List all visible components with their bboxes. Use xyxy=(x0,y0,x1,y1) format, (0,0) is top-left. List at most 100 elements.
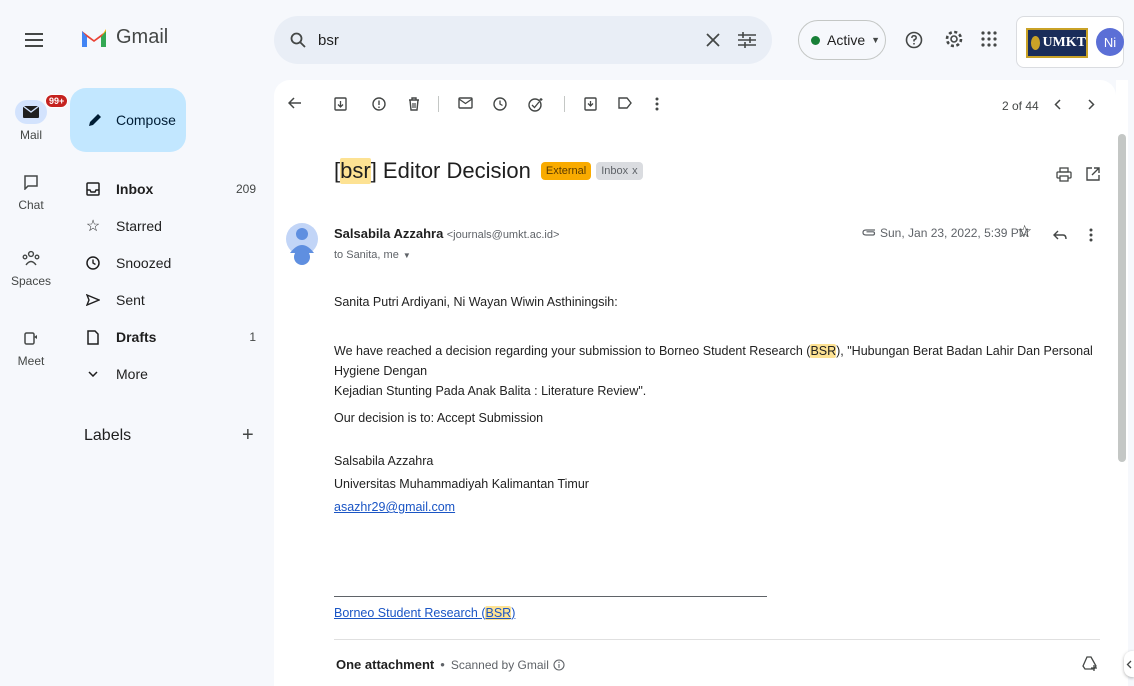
attachment-count-label: One attachment xyxy=(336,657,435,672)
status-button[interactable]: Active ▼ xyxy=(798,20,886,60)
email-paragraph: We have reached a decision regarding you… xyxy=(334,341,1104,401)
attachments-header: One attachment • Scanned by Gmail xyxy=(336,657,565,672)
add-to-tasks-icon[interactable] xyxy=(528,97,544,112)
move-to-icon[interactable] xyxy=(584,97,597,111)
nav-label-sent: Sent xyxy=(116,292,145,308)
paragraph-highlight: BSR xyxy=(810,344,837,358)
newer-chevron-icon[interactable] xyxy=(1054,99,1061,110)
nav-item-more[interactable]: More xyxy=(62,357,272,391)
journal-footer-link[interactable]: Borneo Student Research (BSR) xyxy=(334,603,515,623)
status-label: Active xyxy=(827,32,866,48)
search-options-icon[interactable] xyxy=(738,32,756,48)
status-caret-icon: ▼ xyxy=(871,35,881,45)
inbox-tag[interactable]: Inbox x xyxy=(596,162,643,180)
paragraph-text-a: We have reached a decision regarding you… xyxy=(334,344,811,358)
open-in-new-window-icon[interactable] xyxy=(1086,167,1100,181)
draft-icon xyxy=(87,329,99,345)
recipients-text: to Sanita, me xyxy=(334,249,399,261)
older-chevron-icon[interactable] xyxy=(1088,99,1095,110)
labels-heading: Labels xyxy=(84,427,132,444)
footer-link-a: Borneo Student Research ( xyxy=(334,606,486,620)
reply-icon[interactable] xyxy=(1053,230,1067,240)
inbox-count: 209 xyxy=(235,182,256,196)
signature-email-link[interactable]: asazhr29@gmail.com xyxy=(334,497,455,517)
mark-unread-icon[interactable] xyxy=(458,97,473,109)
rail-label-spaces: Spaces xyxy=(10,274,52,288)
subject-search-highlight: bsr xyxy=(340,158,371,184)
back-icon[interactable] xyxy=(288,96,302,110)
active-status-dot xyxy=(811,35,820,45)
label-icon[interactable] xyxy=(618,97,632,109)
nav-item-sent[interactable]: Sent xyxy=(62,283,272,317)
rail-item-meet[interactable]: Meet xyxy=(0,326,62,368)
remove-tag-icon[interactable]: x xyxy=(632,165,638,177)
add-label-icon[interactable]: + xyxy=(242,424,254,447)
attachments-divider xyxy=(334,639,1100,640)
message-more-icon[interactable] xyxy=(1089,228,1093,242)
nav-label-more: More xyxy=(116,366,148,382)
delete-icon[interactable] xyxy=(408,97,420,111)
recipients-line[interactable]: to Sanita, me ▼ xyxy=(334,249,411,261)
subject-rest: ] Editor Decision xyxy=(370,158,531,183)
pagination-text: 2 of 44 xyxy=(1002,99,1039,113)
scrollbar-thumb[interactable] xyxy=(1118,134,1126,462)
search-input[interactable]: bsr xyxy=(318,32,706,49)
rail-label-chat: Chat xyxy=(18,198,44,212)
rail-item-chat[interactable]: Chat xyxy=(0,170,62,212)
avatar: Ni xyxy=(1096,28,1124,56)
sender-name[interactable]: Salsabila Azzahra xyxy=(334,226,443,241)
meet-icon xyxy=(24,332,37,345)
clear-search-icon[interactable] xyxy=(706,33,720,47)
details-caret-icon: ▼ xyxy=(402,250,411,260)
apps-grid-icon[interactable] xyxy=(980,30,998,48)
email-decision: Our decision is to: Accept Submission xyxy=(334,411,544,425)
organization-logo-text: UMKT xyxy=(1042,35,1086,50)
external-tag: External xyxy=(540,162,592,180)
more-actions-icon[interactable] xyxy=(655,97,659,111)
gmail-logo[interactable]: Gmail xyxy=(80,26,168,49)
pencil-icon xyxy=(89,114,101,126)
star-message-icon[interactable]: ☆ xyxy=(1017,222,1032,242)
side-panel-toggle-icon[interactable] xyxy=(1124,651,1134,677)
nav-item-snoozed[interactable]: Snoozed xyxy=(62,246,272,280)
nav-item-starred[interactable]: ☆ Starred xyxy=(62,209,272,243)
archive-icon[interactable] xyxy=(334,97,347,111)
main-menu-icon[interactable] xyxy=(22,28,46,52)
help-icon[interactable] xyxy=(904,30,924,50)
rail-label-mail: Mail xyxy=(19,128,42,142)
nav-label-snoozed: Snoozed xyxy=(116,255,172,271)
organization-logo: UMKT xyxy=(1026,28,1088,58)
compose-label: Compose xyxy=(116,112,176,128)
search-bar[interactable]: bsr xyxy=(274,16,772,64)
account-button[interactable]: UMKT Ni xyxy=(1016,16,1124,68)
info-icon[interactable] xyxy=(553,658,565,671)
report-spam-icon[interactable] xyxy=(372,97,386,111)
nav-label-inbox: Inbox xyxy=(116,181,154,197)
chevron-down-icon xyxy=(88,371,98,377)
inbox-icon xyxy=(86,182,100,196)
rail-item-spaces[interactable]: Spaces xyxy=(0,246,62,288)
clock-icon xyxy=(86,256,100,270)
sender-line: Salsabila Azzahra <journals@umkt.ac.id> xyxy=(334,226,559,241)
settings-icon[interactable] xyxy=(944,29,964,49)
search-icon[interactable] xyxy=(290,32,306,48)
nav-item-drafts[interactable]: Drafts 1 xyxy=(62,320,272,354)
toolbar-divider-2 xyxy=(564,96,565,112)
toolbar-divider xyxy=(438,96,439,112)
attachment-clip-icon xyxy=(862,227,876,237)
scanned-label: Scanned by Gmail xyxy=(450,657,549,672)
nav-item-inbox[interactable]: Inbox 209 xyxy=(62,172,272,206)
signature-divider xyxy=(334,596,767,597)
footer-link-b: ) xyxy=(511,606,516,620)
nav-label-starred: Starred xyxy=(116,218,162,234)
add-to-drive-icon[interactable] xyxy=(1082,656,1098,671)
drafts-count: 1 xyxy=(249,330,256,344)
rail-item-mail[interactable]: 99+ Mail xyxy=(0,94,69,142)
compose-button[interactable]: Compose xyxy=(70,88,186,152)
snooze-icon[interactable] xyxy=(493,97,507,111)
inbox-tag-label: Inbox xyxy=(601,165,629,177)
email-greeting: Sanita Putri Ardiyani, Ni Wayan Wiwin As… xyxy=(334,295,618,309)
print-icon[interactable] xyxy=(1056,167,1072,182)
email-date: Sun, Jan 23, 2022, 5:39 PM xyxy=(880,226,1029,240)
email-subject: [bsr] Editor Decision External Inbox x xyxy=(334,158,643,184)
